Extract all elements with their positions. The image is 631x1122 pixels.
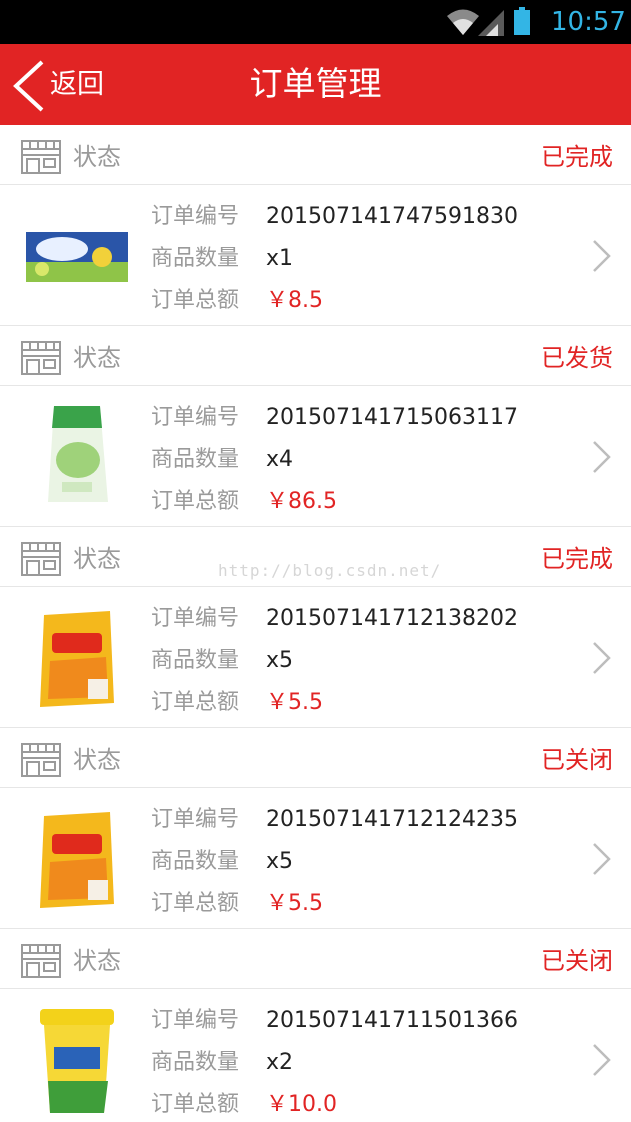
total-row: 订单总额 ￥86.5	[151, 485, 337, 519]
order-number-label: 订单编号	[151, 405, 240, 430]
order-number: 201507141747591830	[266, 204, 518, 229]
quantity-row: 商品数量 x1	[151, 242, 293, 276]
order-number: 201507141715063117	[266, 405, 518, 430]
total-value: ￥5.5	[266, 690, 323, 715]
store-icon	[21, 944, 61, 978]
order-number-row: 订单编号 201507141715063117	[151, 401, 518, 435]
order-status-badge: 已完成	[541, 545, 613, 573]
status-label: 状态	[73, 746, 121, 774]
order-number-row: 订单编号 201507141711501366	[151, 1004, 518, 1038]
quantity-value: x2	[266, 1050, 294, 1075]
order-number-label: 订单编号	[151, 606, 240, 631]
quantity-value: x1	[266, 246, 294, 271]
quantity-value: x4	[266, 447, 294, 472]
order-card: 状态 已完成 订单编号 201507141747591830 商品数量 x1 订单总…	[0, 125, 631, 326]
quantity-row: 商品数量 x2	[151, 1046, 293, 1080]
battery-icon	[513, 7, 531, 35]
order-number-label: 订单编号	[151, 204, 240, 229]
total-label: 订单总额	[151, 891, 240, 916]
total-row: 订单总额 ￥10.0	[151, 1088, 337, 1122]
total-value: ￥86.5	[266, 489, 337, 514]
total-label: 订单总额	[151, 1092, 240, 1117]
order-list: 状态 已完成 订单编号 201507141747591830 商品数量 x1 订单总…	[0, 125, 631, 1122]
quantity-row: 商品数量 x4	[151, 443, 293, 477]
order-number-row: 订单编号 201507141712124235	[151, 803, 518, 837]
gum-pack-image	[26, 232, 128, 282]
total-row: 订单总额 ￥8.5	[151, 284, 323, 318]
status-label: 状态	[73, 545, 121, 573]
order-number-row: 订单编号 201507141712138202	[151, 602, 518, 636]
watermark: http://blog.csdn.net/	[218, 561, 442, 580]
quantity-label: 商品数量	[151, 849, 240, 874]
order-card: 状态 已发货 订单编号 201507141715063117 商品数量 x4 订单总…	[0, 326, 631, 527]
chevron-right-icon	[593, 1044, 611, 1076]
total-label: 订单总额	[151, 690, 240, 715]
total-row: 订单总额 ￥5.5	[151, 686, 323, 720]
drink-cup-image	[40, 1009, 114, 1113]
total-value: ￥8.5	[266, 288, 323, 313]
store-icon	[21, 542, 61, 576]
status-label: 状态	[73, 143, 121, 171]
order-header: 状态 已完成	[0, 125, 631, 185]
clock: 10:57	[551, 7, 626, 37]
order-row[interactable]: 订单编号 201507141715063117 商品数量 x4 订单总额 ￥86.5	[0, 386, 631, 527]
milk-bag-image	[48, 406, 108, 502]
order-row[interactable]: 订单编号 201507141712138202 商品数量 x5 订单总额 ￥5.5	[0, 587, 631, 728]
order-number: 201507141711501366	[266, 1008, 518, 1033]
quantity-label: 商品数量	[151, 246, 240, 271]
status-label: 状态	[73, 947, 121, 975]
order-status-badge: 已关闭	[541, 746, 613, 774]
order-header: 状态 已关闭	[0, 929, 631, 989]
chevron-right-icon	[593, 240, 611, 272]
order-number-label: 订单编号	[151, 1008, 240, 1033]
order-row[interactable]: 订单编号 201507141747591830 商品数量 x1 订单总额 ￥8.5	[0, 185, 631, 326]
snack-bag-image	[40, 611, 114, 707]
nav-bar: 返回 订单管理	[0, 44, 631, 125]
order-header: 状态 已发货	[0, 326, 631, 386]
order-row[interactable]: 订单编号 201507141711501366 商品数量 x2 订单总额 ￥10.0	[0, 989, 631, 1122]
store-icon	[21, 743, 61, 777]
chevron-right-icon	[593, 642, 611, 674]
total-row: 订单总额 ￥5.5	[151, 887, 323, 921]
quantity-label: 商品数量	[151, 648, 240, 673]
store-icon	[21, 341, 61, 375]
page-title: 订单管理	[249, 64, 382, 103]
order-number: 201507141712138202	[266, 606, 518, 631]
chevron-right-icon	[593, 843, 611, 875]
snack-bag-image	[40, 812, 114, 908]
order-header: 状态 已关闭	[0, 728, 631, 788]
total-label: 订单总额	[151, 288, 240, 313]
quantity-row: 商品数量 x5	[151, 644, 293, 678]
status-label: 状态	[73, 344, 121, 372]
wifi-icon	[447, 9, 479, 35]
quantity-row: 商品数量 x5	[151, 845, 293, 879]
order-row[interactable]: 订单编号 201507141712124235 商品数量 x5 订单总额 ￥5.5	[0, 788, 631, 929]
order-card: 状态 已完成 订单编号 201507141712138202 商品数量 x5 订单总…	[0, 527, 631, 728]
quantity-value: x5	[266, 849, 294, 874]
chevron-right-icon	[593, 441, 611, 473]
order-number: 201507141712124235	[266, 807, 518, 832]
order-number-row: 订单编号 201507141747591830	[151, 200, 518, 234]
signal-icon	[478, 10, 504, 36]
status-bar: 10:57	[0, 0, 631, 44]
order-status-badge: 已关闭	[541, 947, 613, 975]
total-value: ￥10.0	[266, 1092, 337, 1117]
quantity-label: 商品数量	[151, 1050, 240, 1075]
order-card: 状态 已关闭 订单编号 201507141712124235 商品数量 x5 订单总…	[0, 728, 631, 929]
quantity-value: x5	[266, 648, 294, 673]
order-number-label: 订单编号	[151, 807, 240, 832]
order-card: 状态 已关闭 订单编号 201507141711501366 商品数量 x2 订单总…	[0, 929, 631, 1122]
store-icon	[21, 140, 61, 174]
total-value: ￥5.5	[266, 891, 323, 916]
order-status-badge: 已发货	[541, 344, 613, 372]
total-label: 订单总额	[151, 489, 240, 514]
order-status-badge: 已完成	[541, 143, 613, 171]
quantity-label: 商品数量	[151, 447, 240, 472]
